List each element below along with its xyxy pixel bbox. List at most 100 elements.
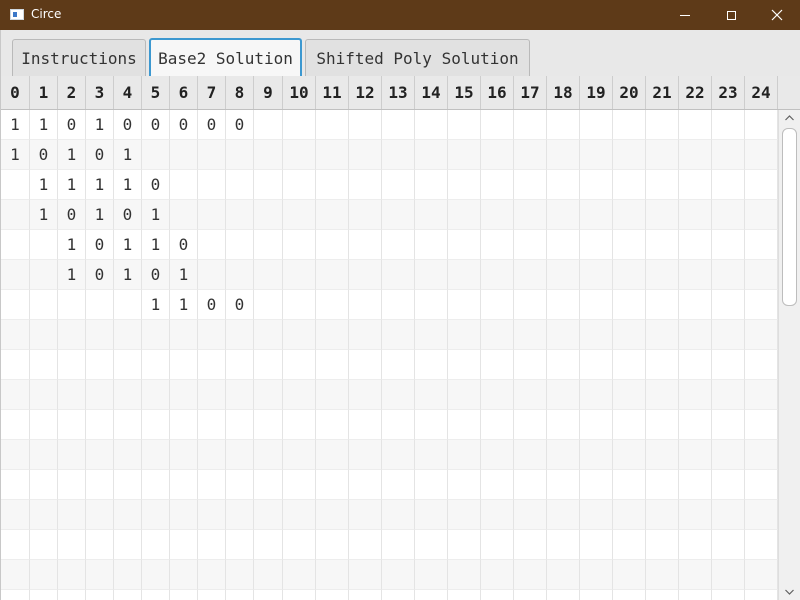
table-cell[interactable] <box>481 260 514 290</box>
table-cell[interactable] <box>30 290 58 320</box>
table-cell[interactable] <box>170 320 198 350</box>
table-cell[interactable] <box>448 470 481 500</box>
table-cell[interactable] <box>745 200 778 230</box>
table-cell[interactable] <box>254 140 283 170</box>
table-cell[interactable] <box>226 560 254 590</box>
table-cell[interactable] <box>415 110 448 140</box>
table-cell[interactable] <box>382 560 415 590</box>
table-cell[interactable]: 1 <box>86 170 114 200</box>
table-cell[interactable] <box>448 380 481 410</box>
column-header-6[interactable]: 6 <box>170 76 198 109</box>
table-row[interactable]: 10110 <box>1 230 778 260</box>
table-cell[interactable] <box>114 530 142 560</box>
table-cell[interactable] <box>712 380 745 410</box>
table-cell[interactable] <box>283 350 316 380</box>
table-cell[interactable] <box>142 350 170 380</box>
table-cell[interactable] <box>58 290 86 320</box>
table-cell[interactable] <box>580 440 613 470</box>
table-cell[interactable] <box>679 320 712 350</box>
table-cell[interactable] <box>170 350 198 380</box>
table-cell[interactable] <box>481 290 514 320</box>
table-cell[interactable] <box>646 470 679 500</box>
column-header-3[interactable]: 3 <box>86 76 114 109</box>
table-cell[interactable] <box>679 110 712 140</box>
table-cell[interactable] <box>142 320 170 350</box>
table-cell[interactable] <box>745 110 778 140</box>
table-cell[interactable] <box>86 530 114 560</box>
table-cell[interactable] <box>613 260 646 290</box>
table-cell[interactable] <box>58 410 86 440</box>
table-cell[interactable] <box>1 230 30 260</box>
table-cell[interactable] <box>580 560 613 590</box>
table-cell[interactable] <box>613 470 646 500</box>
table-cell[interactable] <box>547 110 580 140</box>
table-cell[interactable]: 1 <box>30 110 58 140</box>
table-cell[interactable] <box>316 560 349 590</box>
table-cell[interactable] <box>514 440 547 470</box>
table-cell[interactable] <box>448 590 481 600</box>
table-cell[interactable] <box>547 380 580 410</box>
table-cell[interactable] <box>646 380 679 410</box>
table-cell[interactable] <box>712 200 745 230</box>
table-cell[interactable] <box>481 440 514 470</box>
table-cell[interactable] <box>481 560 514 590</box>
column-header-7[interactable]: 7 <box>198 76 226 109</box>
table-cell[interactable] <box>580 590 613 600</box>
column-header-2[interactable]: 2 <box>58 76 86 109</box>
table-cell[interactable] <box>514 380 547 410</box>
table-cell[interactable] <box>283 200 316 230</box>
table-cell[interactable] <box>580 350 613 380</box>
table-cell[interactable] <box>679 380 712 410</box>
scroll-thumb[interactable] <box>782 128 797 306</box>
table-cell[interactable] <box>613 200 646 230</box>
table-cell[interactable] <box>745 530 778 560</box>
table-cell[interactable] <box>448 200 481 230</box>
table-cell[interactable] <box>349 230 382 260</box>
table-cell[interactable]: 0 <box>58 110 86 140</box>
table-cell[interactable] <box>58 500 86 530</box>
close-button[interactable] <box>754 0 800 30</box>
table-cell[interactable]: 0 <box>170 110 198 140</box>
table-cell[interactable] <box>316 170 349 200</box>
table-cell[interactable] <box>316 320 349 350</box>
table-cell[interactable] <box>745 410 778 440</box>
table-cell[interactable] <box>254 380 283 410</box>
table-cell[interactable] <box>316 290 349 320</box>
table-cell[interactable] <box>514 200 547 230</box>
table-cell[interactable] <box>745 170 778 200</box>
table-cell[interactable] <box>646 530 679 560</box>
table-cell[interactable]: 1 <box>1 140 30 170</box>
table-cell[interactable] <box>316 410 349 440</box>
table-cell[interactable] <box>547 350 580 380</box>
table-cell[interactable] <box>254 350 283 380</box>
table-cell[interactable] <box>226 320 254 350</box>
table-cell[interactable] <box>646 140 679 170</box>
table-cell[interactable] <box>481 140 514 170</box>
tab-instructions[interactable]: Instructions <box>12 39 146 76</box>
table-cell[interactable] <box>580 260 613 290</box>
table-cell[interactable]: 1 <box>114 170 142 200</box>
table-cell[interactable] <box>114 590 142 600</box>
table-cell[interactable] <box>712 290 745 320</box>
table-cell[interactable] <box>86 380 114 410</box>
table-cell[interactable] <box>316 530 349 560</box>
column-header-17[interactable]: 17 <box>514 76 547 109</box>
table-cell[interactable] <box>86 320 114 350</box>
table-cell[interactable] <box>283 170 316 200</box>
table-cell[interactable] <box>30 500 58 530</box>
table-cell[interactable]: 1 <box>86 200 114 230</box>
table-cell[interactable] <box>349 560 382 590</box>
table-cell[interactable] <box>448 440 481 470</box>
table-row[interactable] <box>1 440 778 470</box>
table-cell[interactable] <box>283 500 316 530</box>
table-cell[interactable] <box>114 380 142 410</box>
table-cell[interactable] <box>514 500 547 530</box>
table-cell[interactable] <box>448 170 481 200</box>
table-cell[interactable]: 1 <box>114 230 142 260</box>
table-cell[interactable] <box>316 260 349 290</box>
column-header-14[interactable]: 14 <box>415 76 448 109</box>
table-cell[interactable] <box>254 260 283 290</box>
table-cell[interactable] <box>415 200 448 230</box>
column-header-20[interactable]: 20 <box>613 76 646 109</box>
table-cell[interactable] <box>349 470 382 500</box>
